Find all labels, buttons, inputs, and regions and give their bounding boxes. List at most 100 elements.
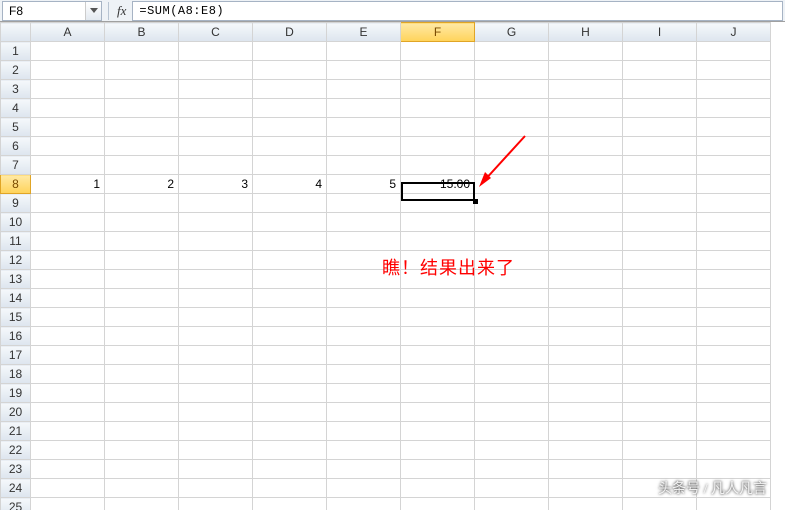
cell[interactable] [179,422,253,441]
cell[interactable] [179,194,253,213]
cell[interactable] [179,403,253,422]
cell[interactable] [31,251,105,270]
cell[interactable] [327,61,401,80]
cell[interactable] [179,441,253,460]
fx-icon[interactable]: fx [113,3,130,19]
cell[interactable] [253,156,327,175]
cell[interactable] [623,346,697,365]
cell[interactable] [401,118,475,137]
cell[interactable] [105,99,179,118]
cell[interactable] [549,232,623,251]
cell[interactable] [623,441,697,460]
col-header-G[interactable]: G [475,23,549,42]
cell[interactable] [327,441,401,460]
cell[interactable] [697,498,771,510]
cell[interactable] [475,441,549,460]
cell[interactable] [401,137,475,156]
cell[interactable] [401,346,475,365]
cell[interactable] [179,118,253,137]
cell[interactable] [623,175,697,194]
cell[interactable] [253,194,327,213]
cell[interactable] [475,175,549,194]
col-header-J[interactable]: J [697,23,771,42]
cell[interactable] [549,156,623,175]
cell[interactable] [179,232,253,251]
cell[interactable] [401,80,475,99]
row-header-18[interactable]: 18 [1,365,31,384]
row-header-8[interactable]: 8 [1,175,31,194]
cell[interactable] [623,308,697,327]
cell[interactable] [253,308,327,327]
cell[interactable] [105,80,179,99]
cell[interactable] [549,118,623,137]
cell[interactable] [623,422,697,441]
cell[interactable] [475,403,549,422]
cell[interactable] [105,156,179,175]
cell[interactable] [31,498,105,510]
cell[interactable] [327,422,401,441]
cell[interactable] [549,365,623,384]
cell[interactable] [105,422,179,441]
cell[interactable] [105,441,179,460]
row-header-15[interactable]: 15 [1,308,31,327]
col-header-F[interactable]: F [401,23,475,42]
cell[interactable] [475,80,549,99]
cell[interactable] [475,251,549,270]
cell[interactable] [623,61,697,80]
row-header-23[interactable]: 23 [1,460,31,479]
cell[interactable] [105,118,179,137]
fill-handle[interactable] [473,199,478,204]
cell[interactable] [105,42,179,61]
cell[interactable] [327,403,401,422]
row-header-21[interactable]: 21 [1,422,31,441]
cell[interactable] [549,384,623,403]
cell[interactable] [105,137,179,156]
row-header-6[interactable]: 6 [1,137,31,156]
cell[interactable] [253,99,327,118]
row-header-12[interactable]: 12 [1,251,31,270]
cell[interactable] [179,80,253,99]
cell[interactable] [549,327,623,346]
cell[interactable] [475,498,549,510]
row-header-16[interactable]: 16 [1,327,31,346]
cell[interactable] [623,118,697,137]
cell[interactable] [31,308,105,327]
cell[interactable] [31,422,105,441]
cell[interactable] [697,289,771,308]
cell[interactable] [623,384,697,403]
cell[interactable] [401,61,475,80]
cell[interactable] [623,137,697,156]
cell-E8[interactable]: 5 [327,175,401,194]
cell[interactable] [697,137,771,156]
cell[interactable] [697,99,771,118]
cell[interactable] [549,346,623,365]
cell[interactable] [623,498,697,510]
cell[interactable] [105,213,179,232]
cell[interactable] [179,156,253,175]
cell[interactable] [623,232,697,251]
cell-D8[interactable]: 4 [253,175,327,194]
cell[interactable] [697,270,771,289]
cell[interactable] [327,194,401,213]
row-header-7[interactable]: 7 [1,156,31,175]
cell[interactable] [179,460,253,479]
cell[interactable] [475,156,549,175]
cell[interactable] [327,80,401,99]
cell[interactable] [31,479,105,498]
row-header-13[interactable]: 13 [1,270,31,289]
cell[interactable] [179,479,253,498]
cell[interactable] [179,61,253,80]
col-header-A[interactable]: A [31,23,105,42]
cell[interactable] [253,42,327,61]
cell[interactable] [105,346,179,365]
cell[interactable] [475,42,549,61]
cell[interactable] [401,479,475,498]
cell[interactable] [697,441,771,460]
cell[interactable] [475,194,549,213]
cell[interactable] [697,156,771,175]
cell[interactable] [549,403,623,422]
cell[interactable] [105,194,179,213]
cell[interactable] [105,327,179,346]
cell[interactable] [327,289,401,308]
cell[interactable] [623,327,697,346]
